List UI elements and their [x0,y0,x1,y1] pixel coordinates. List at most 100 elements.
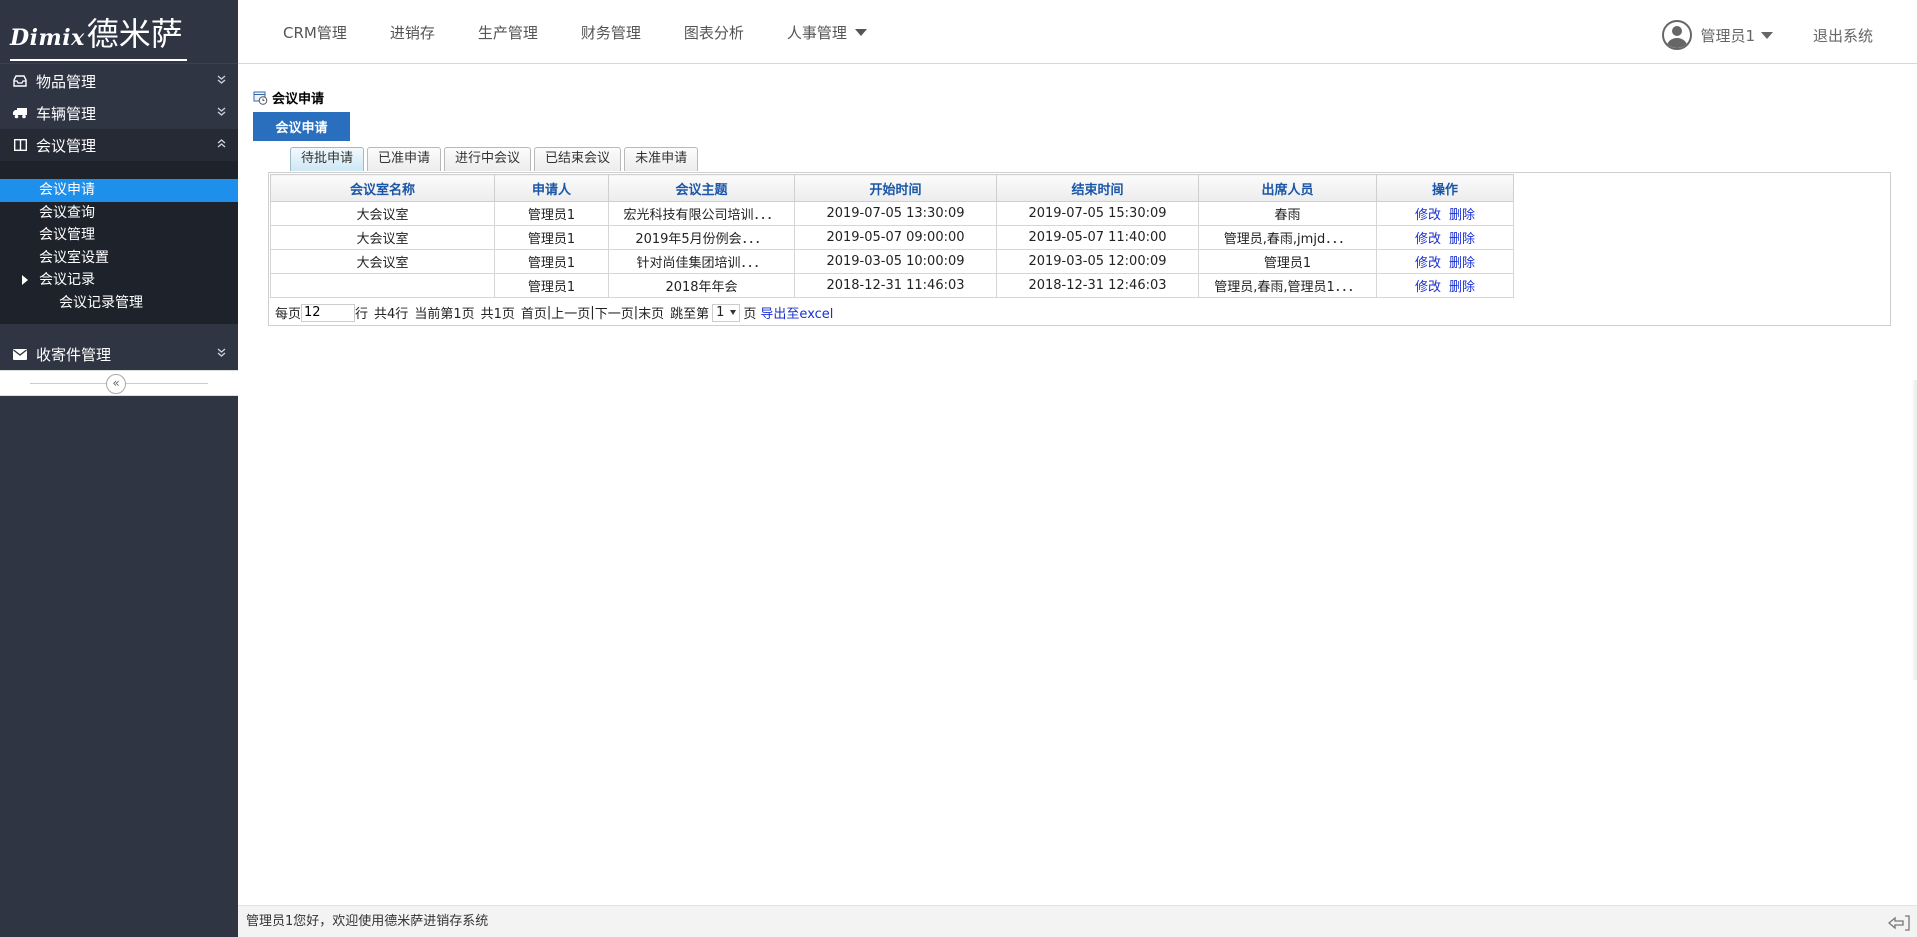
delete-link[interactable]: 删除 [1449,208,1475,223]
edit-link[interactable]: 修改 [1415,280,1441,295]
nav-charts[interactable]: 图表分析 [684,22,744,43]
cell-attendees: 管理员1 [1198,249,1377,274]
sidebar-item-label: 会议查询 [39,204,95,221]
nav-production[interactable]: 生产管理 [478,22,538,43]
table-row[interactable]: 大会议室 管理员1 2019年5月份例会．．． 2019-05-07 09:00… [270,225,1514,250]
first-page-link[interactable]: 首页 [521,303,547,322]
logo-underline [10,58,187,61]
table-row[interactable]: 大会议室 管理员1 宏光科技有限公司培训．．． 2019-07-05 13:30… [270,201,1514,226]
logout-link[interactable]: 退出系统 [1813,25,1873,46]
cell-topic: 2018年年会 [608,273,795,298]
cell-start: 2018-12-31 11:46:03 [794,273,997,298]
nav-inventory[interactable]: 进销存 [390,22,435,43]
edit-link[interactable]: 修改 [1415,232,1441,247]
grid-container: 会议室名称 申请人 会议主题 开始时间 结束时间 出席人员 操作 大会议室 管理… [268,172,1891,326]
sidebar-item-label: 会议申请 [39,182,95,198]
nav-hr[interactable]: 人事管理 [787,22,867,43]
sidebar-group-vehicles[interactable]: 车辆管理 [0,97,238,129]
column-header[interactable]: 申请人 [494,174,609,202]
cell-attendees: 春雨 [1198,201,1377,226]
column-header[interactable]: 会议室名称 [270,174,495,202]
cell-actions: 修改 删除 [1376,249,1514,274]
sidebar-item-room-settings[interactable]: 会议室设置 [0,247,238,270]
sidebar-group-mail[interactable]: 收寄件管理 [0,338,238,370]
subtab-approved[interactable]: 已准申请 [367,147,442,171]
sidebar-item-meeting-manage[interactable]: 会议管理 [0,224,238,247]
cell-applicant: 管理员1 [494,201,609,226]
current-page: 当前第1页 [414,307,475,322]
top-nav: CRM管理 进销存 生产管理 财务管理 图表分析 人事管理 [283,22,910,43]
next-page-link[interactable]: 下一页 [595,303,634,322]
logo[interactable]: Dimix 德米萨 [10,9,187,61]
cell-applicant: 管理员1 [494,225,609,250]
edit-link[interactable]: 修改 [1415,256,1441,271]
jump-suffix: 页 [743,307,757,322]
edit-link[interactable]: 修改 [1415,208,1441,223]
page-title-text: 会议申请 [272,92,325,107]
cell-start: 2019-05-07 09:00:00 [794,225,997,250]
column-header[interactable]: 结束时间 [996,174,1199,202]
meeting-clock-icon [253,90,268,105]
subtab-in-progress[interactable]: 进行中会议 [444,147,532,171]
column-header[interactable]: 出席人员 [1198,174,1377,202]
sidebar-item-record-manage[interactable]: 会议记录管理 [0,292,238,315]
prev-page-link[interactable]: 上一页 [551,303,590,322]
edge-shadow [1911,380,1917,680]
sidebar-group-meetings[interactable]: 会议管理 [0,129,238,161]
jump-page-select[interactable]: 1 [712,303,741,322]
jump-page-value: 1 [716,305,725,320]
per-page-prefix: 每页 [275,307,302,322]
nav-crm[interactable]: CRM管理 [283,22,347,43]
sidebar: Dimix 德米萨 物品管理 车辆管理 会议管理 会议申请 会议查询 会议管理 … [0,0,238,937]
avatar-icon[interactable] [1662,20,1693,50]
table-header-row: 会议室名称 申请人 会议主题 开始时间 结束时间 出席人员 操作 [270,174,1514,202]
delete-link[interactable]: 删除 [1449,280,1475,295]
user-name[interactable]: 管理员1 [1700,25,1755,46]
cell-actions: 修改 删除 [1376,273,1514,298]
sidebar-item-meeting-records[interactable]: 会议记录 [0,269,238,292]
column-header[interactable]: 会议主题 [608,174,795,202]
cell-end: 2019-03-05 12:00:09 [996,249,1199,274]
last-page-link[interactable]: 末页 [638,303,664,322]
logo-cjk: 德米萨 [86,14,183,53]
nav-finance[interactable]: 财务管理 [581,22,641,43]
delete-link[interactable]: 删除 [1449,232,1475,247]
subtab-pending[interactable]: 待批申请 [290,147,365,171]
column-header[interactable]: 操作 [1376,174,1514,202]
table-row[interactable]: 大会议室 管理员1 针对尚佳集团培训．．． 2019-03-05 10:00:0… [270,249,1514,274]
table-row[interactable]: 管理员1 2018年年会 2018-12-31 11:46:03 2018-12… [270,273,1514,298]
per-page-suffix: 行 [355,307,369,322]
cell-actions: 修改 删除 [1376,201,1514,226]
sidebar-group-items[interactable]: 物品管理 [0,65,238,97]
caret-right-icon [22,275,28,285]
meeting-submenu: 会议申请 会议查询 会议管理 会议室设置 会议记录 会议记录管理 [0,161,238,324]
subtab-bar: 待批申请 已准申请 进行中会议 已结束会议 未准申请 [290,147,701,171]
caret-down-icon [854,29,867,36]
per-page-input[interactable] [301,303,356,322]
columns-icon [12,138,28,152]
sidebar-group-label: 物品管理 [36,72,97,91]
delete-link[interactable]: 删除 [1449,256,1475,271]
exit-icon[interactable] [1887,913,1911,931]
chevron-up-double-icon [217,138,226,152]
subtab-rejected[interactable]: 未准申请 [624,147,699,171]
sidebar-item-meeting-query[interactable]: 会议查询 [0,202,238,225]
export-excel-link[interactable]: 导出至excel [760,303,833,322]
sidebar-item-meeting-apply[interactable]: 会议申请 [0,179,238,202]
cell-applicant: 管理员1 [494,249,609,274]
caret-down-icon [730,310,737,315]
tab-meeting-apply[interactable]: 会议申请 [253,112,350,141]
collapse-sidebar-button[interactable]: « [106,374,126,394]
subtab-finished[interactable]: 已结束会议 [534,147,622,171]
cell-start: 2019-07-05 13:30:09 [794,201,997,226]
cell-end: 2019-07-05 15:30:09 [996,201,1199,226]
sidebar-collapse-bar: « [0,370,238,396]
sidebar-group-label: 收寄件管理 [36,345,112,364]
sidebar-group-label: 车辆管理 [36,104,97,123]
nav-label: 财务管理 [580,24,641,42]
cell-topic: 宏光科技有限公司培训．．． [608,201,795,226]
sidebar-item-label: 会议管理 [39,227,95,243]
column-header[interactable]: 开始时间 [794,174,997,202]
meeting-table: 会议室名称 申请人 会议主题 开始时间 结束时间 出席人员 操作 大会议室 管理… [270,174,1514,298]
caret-down-icon[interactable] [1760,31,1773,39]
